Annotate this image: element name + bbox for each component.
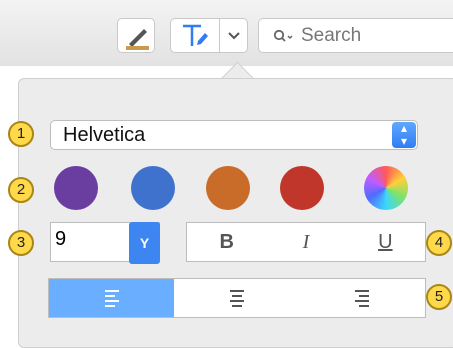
align-left-button[interactable] [49, 279, 175, 317]
font-size-value: 9 [55, 228, 67, 250]
text-format-icon [183, 24, 208, 46]
callout-3: 3 [8, 230, 34, 256]
callout-5: 5 [426, 284, 452, 310]
align-left-icon [104, 289, 119, 307]
text-format-button-group [170, 18, 248, 53]
toolbar-separator [219, 18, 220, 53]
align-center-button[interactable] [174, 279, 299, 317]
callout-4: 4 [426, 230, 452, 256]
text-style-button-group: B I U [186, 222, 426, 262]
toolbar: Search [0, 0, 453, 66]
color-swatch-purple[interactable] [54, 166, 98, 210]
align-right-button[interactable] [300, 279, 425, 317]
highlight-button[interactable] [117, 18, 155, 53]
font-family-select[interactable]: Helvetica ▴ ▾ [50, 120, 418, 150]
callout-number: 5 [434, 288, 444, 305]
bold-button[interactable]: B [187, 223, 266, 261]
search-field[interactable]: Search [258, 18, 453, 53]
color-swatch-blue[interactable] [131, 166, 175, 210]
search-icon [273, 29, 293, 42]
bold-label: B [219, 230, 234, 253]
text-format-button[interactable] [171, 19, 219, 52]
align-center-icon [229, 289, 244, 307]
highlighter-icon [126, 29, 149, 50]
select-stepper-icon: ▴ ▾ [392, 122, 416, 148]
callout-2: 2 [8, 177, 34, 203]
italic-label: I [302, 230, 310, 253]
callout-number: 2 [16, 181, 26, 198]
chevron-down-icon: Y [139, 235, 150, 251]
underline-button[interactable]: U [346, 223, 425, 261]
callout-number: 4 [434, 234, 444, 251]
text-format-menu-button[interactable] [221, 19, 247, 52]
search-placeholder: Search [301, 24, 362, 46]
chevron-down-icon [228, 32, 240, 40]
color-picker-wheel[interactable] [364, 166, 408, 210]
color-swatch-orange[interactable] [206, 166, 250, 210]
callout-number: 3 [16, 234, 26, 251]
callout-1: 1 [8, 121, 34, 147]
alignment-button-group [48, 278, 426, 318]
font-size-menu-button[interactable]: Y [129, 222, 160, 264]
callout-number: 1 [16, 125, 26, 142]
align-right-icon [355, 289, 370, 307]
color-swatch-red[interactable] [280, 166, 324, 210]
italic-button[interactable]: I [266, 223, 345, 261]
font-family-value: Helvetica [63, 123, 146, 146]
underline-label: U [378, 230, 393, 253]
